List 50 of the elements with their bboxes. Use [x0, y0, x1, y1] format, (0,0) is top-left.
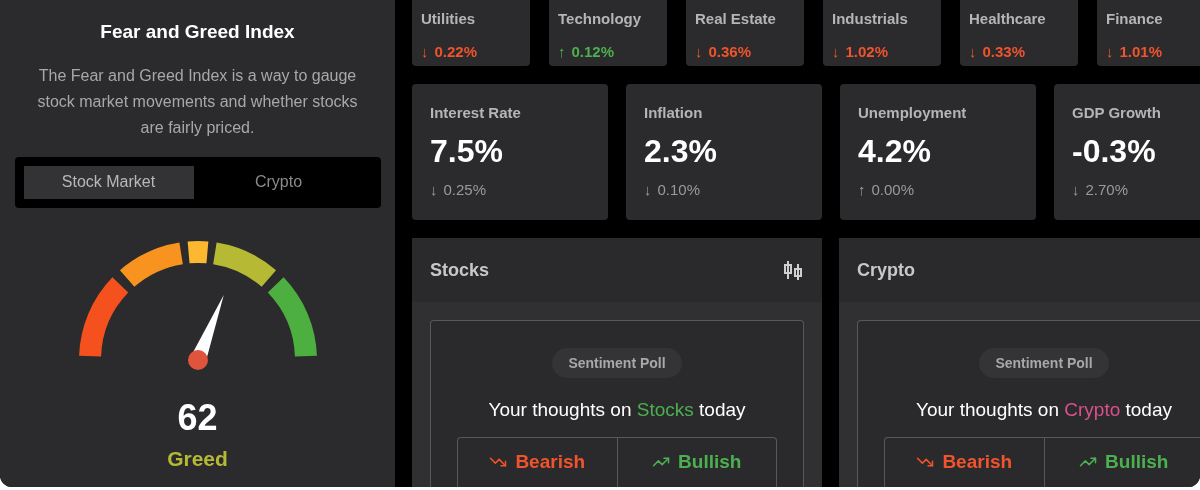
arrow-glyph: ↓	[421, 41, 429, 62]
change-value: 0.33%	[982, 41, 1026, 62]
panel-title: Crypto	[857, 258, 915, 282]
indicator-name: Unemployment	[858, 103, 968, 123]
panel-title: Fear and Greed Index	[100, 20, 295, 44]
sector-name: Healthcare	[969, 9, 1047, 29]
market-tab[interactable]: Crypto	[193, 165, 364, 199]
indicator-name: Inflation	[644, 103, 704, 123]
change-value: 0.22%	[434, 41, 478, 62]
arrow-glyph: ↓	[1072, 179, 1080, 200]
arrow-glyph: ↑	[558, 41, 566, 62]
change-value: 2.70%	[1085, 179, 1129, 200]
arrow-glyph: ↓	[969, 41, 977, 62]
indicator-value: 2.3%	[644, 131, 718, 171]
change-value: 0.36%	[708, 41, 752, 62]
arrow-glyph: ↓	[695, 41, 703, 62]
indicator-name: GDP Growth	[1072, 103, 1162, 123]
sector-name: Real Estate	[695, 9, 777, 29]
vote-button[interactable]: Bearish	[457, 436, 618, 487]
change-value: 0.00%	[871, 179, 915, 200]
arrow-glyph: ↓	[1106, 41, 1114, 62]
sector-name: Industrials	[832, 9, 909, 29]
arrow-glyph: ↓	[832, 41, 840, 62]
poll-badge: Sentiment Poll	[979, 348, 1109, 378]
arrow-glyph: ↓	[430, 179, 438, 200]
poll-question: Your thoughts on Stocks today	[488, 398, 746, 422]
indicator-value: -0.3%	[1072, 131, 1157, 171]
index-value: 62	[177, 399, 218, 436]
sector-name: Finance	[1106, 9, 1164, 29]
sector-name: Technology	[558, 9, 643, 29]
poll-question: Your thoughts on Crypto today	[916, 398, 1172, 422]
indicator-value: 4.2%	[858, 131, 932, 171]
vote-button[interactable]: Bullish	[617, 436, 777, 487]
change-value: 0.10%	[657, 179, 701, 200]
change-value: 0.12%	[571, 41, 615, 62]
vote-button[interactable]: Bearish	[884, 436, 1045, 487]
vote-button[interactable]: Bullish	[1044, 436, 1200, 487]
poll-badge: Sentiment Poll	[552, 348, 682, 378]
change-value: 0.25%	[443, 179, 487, 200]
arrow-glyph: ↓	[644, 179, 652, 200]
sector-name: Utilities	[421, 9, 477, 29]
panel-title: Stocks	[430, 258, 490, 282]
index-rating: Greed	[167, 447, 228, 469]
indicator-name: Interest Rate	[430, 103, 522, 123]
indicator-value: 7.5%	[430, 131, 504, 171]
change-value: 1.02%	[845, 41, 889, 62]
market-tab[interactable]: Stock Market	[23, 165, 194, 199]
description: The Fear and Greed Index is a way to gauge stock market movements and whether stocks are fairly priced.	[36, 65, 359, 138]
change-value: 1.01%	[1119, 41, 1163, 62]
arrow-glyph: ↑	[858, 179, 866, 200]
